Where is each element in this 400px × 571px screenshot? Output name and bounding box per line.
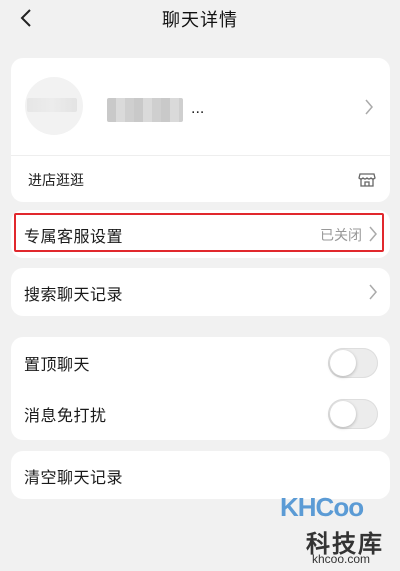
highlight-box — [14, 213, 384, 252]
blurred-shop-name — [107, 98, 183, 122]
search-chat-history-row[interactable]: 搜索聊天记录 — [11, 268, 390, 316]
page-title: 聊天详情 — [162, 10, 238, 30]
clear-chat-history-label: 清空聊天记录 — [24, 470, 124, 487]
blurred-avatar-text — [27, 98, 77, 112]
visit-store-row[interactable]: 进店逛逛 — [11, 155, 390, 203]
store-icon — [358, 173, 376, 187]
pin-chat-row: 置顶聊天 — [11, 338, 390, 389]
watermark-logo: KHCoo — [280, 492, 364, 522]
pin-chat-label: 置顶聊天 — [24, 357, 91, 374]
header-bar: 聊天详情 — [0, 0, 400, 44]
visit-store-label: 进店逛逛 — [28, 172, 84, 188]
shop-name-ellipsis: ... — [191, 100, 205, 117]
toggle-settings-card: 置顶聊天 消息免打扰 — [11, 337, 390, 440]
shop-profile-row[interactable]: ... — [11, 58, 390, 155]
do-not-disturb-row: 消息免打扰 — [11, 389, 390, 440]
chevron-right-icon — [365, 99, 373, 115]
pin-chat-toggle[interactable] — [328, 348, 378, 378]
watermark: KHCoo 科技库 khcoo.com — [278, 492, 396, 568]
chevron-right-icon — [369, 284, 377, 300]
shop-card: ... 进店逛逛 — [11, 58, 390, 202]
toggle-knob — [330, 350, 356, 376]
watermark-url: khcoo.com — [312, 552, 371, 566]
toggle-knob — [330, 401, 356, 427]
do-not-disturb-toggle[interactable] — [328, 399, 378, 429]
search-chat-history-label: 搜索聊天记录 — [24, 287, 124, 304]
do-not-disturb-label: 消息免打扰 — [24, 408, 107, 425]
